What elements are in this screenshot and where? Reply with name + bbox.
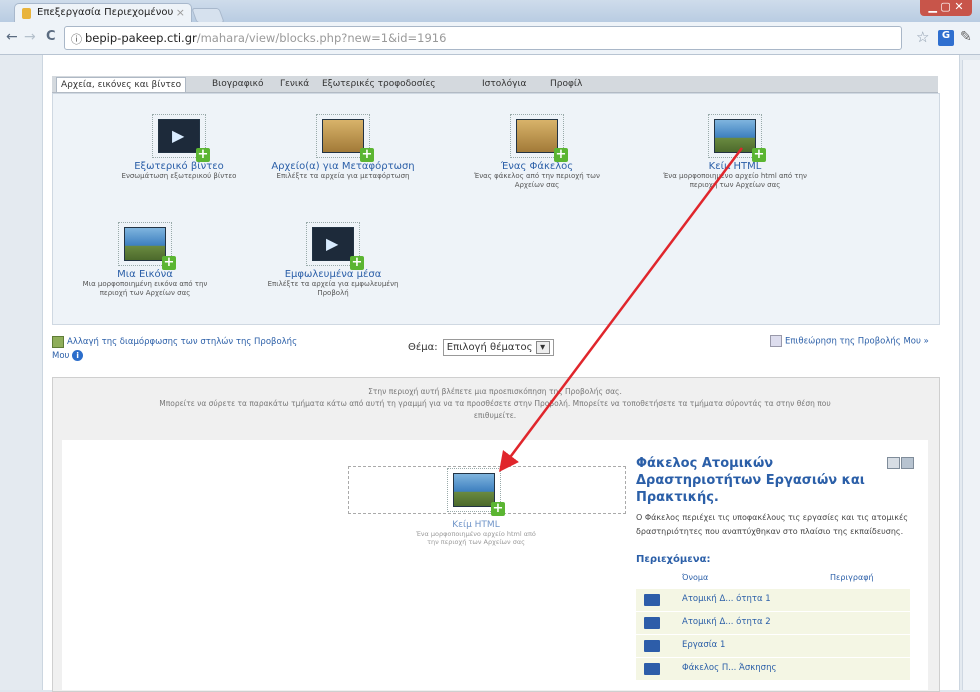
folder-icon [644, 663, 660, 675]
tab-files[interactable]: Αρχεία, εικόνες και βίντεο [56, 77, 187, 92]
preview-notice: Στην περιοχή αυτή βλέπετε μια προεπισκόπ… [159, 387, 831, 420]
configure-icon[interactable] [901, 457, 914, 469]
delete-icon[interactable] [887, 457, 900, 469]
column-description-header: Περιγραφή [830, 573, 874, 582]
folder-block-panel: Φάκελος Ατομικών Δραστηριοτήτων Εργασιών… [636, 455, 916, 690]
extension-icon[interactable]: G [938, 30, 954, 46]
add-plus-icon: + [554, 147, 568, 162]
address-bar[interactable]: ⓘ bepip-pakeep.cti.gr/mahara/view/blocks… [64, 26, 902, 50]
table-row[interactable]: Εργασία 1 [636, 635, 910, 657]
block-embedded-media[interactable]: + Εμφωλευμένα μέσα Επιλέξτε τα αρχεία γι… [253, 222, 413, 298]
wrench-icon[interactable]: ✎ [960, 29, 972, 45]
folder-block-title: Φάκελος Ατομικών Δραστηριοτήτων Εργασιών… [636, 456, 865, 505]
add-plus-icon: + [162, 255, 176, 270]
back-icon[interactable]: ← [6, 29, 18, 45]
dropdown-arrow-icon: ▾ [535, 341, 550, 354]
theme-select[interactable]: Επιλογή θέματος ▾ [442, 339, 554, 356]
video-icon: + [306, 222, 364, 270]
table-row[interactable]: Ατομική Δ... ότητα 1 [636, 589, 910, 611]
column-name-header: Όνομα [682, 573, 709, 582]
add-plus-icon: + [350, 255, 364, 270]
forward-icon[interactable]: → [24, 29, 36, 45]
info-icon[interactable]: i [72, 350, 84, 361]
folder-icon [644, 594, 660, 606]
dragged-block-caption: Κείμ HTML Ένα μορφοποιημένο αρχείο html … [416, 520, 536, 546]
add-plus-icon: + [196, 147, 210, 162]
right-sidebar [962, 60, 980, 690]
tab-resume[interactable]: Βιογραφικό [208, 77, 268, 91]
tab-profile[interactable]: Προφίλ [546, 77, 586, 91]
theme-label: Θέμα: [408, 342, 438, 353]
layout-icon [52, 335, 64, 348]
folder-icon [644, 617, 660, 629]
dragged-html-block[interactable]: + [445, 468, 505, 516]
add-plus-icon: + [491, 501, 505, 516]
tab-general[interactable]: Γενικά [276, 77, 313, 91]
browser-tab[interactable]: Επεξεργασία Περιεχομένου × [14, 3, 192, 23]
add-plus-icon: + [360, 147, 374, 162]
browser-toolbar: ← → C ⓘ bepip-pakeep.cti.gr/mahara/view/… [0, 22, 980, 55]
preview-link[interactable]: Επιθεώρηση της Προβολής Μου » [770, 335, 929, 347]
video-icon: + [152, 114, 210, 162]
tab-blogs[interactable]: Ιστολόγια [478, 77, 530, 91]
add-plus-icon: + [752, 147, 766, 162]
window-controls[interactable]: ▁ ▢ ✕ [920, 0, 972, 16]
photo-icon: + [708, 114, 766, 162]
table-row[interactable]: Ατομική Δ... ότητα 2 [636, 612, 910, 634]
bookmark-star-icon[interactable]: ☆ [916, 28, 929, 46]
reload-icon[interactable]: C [46, 29, 56, 44]
layout-controls-bar: Αλλαγή της διαμόρφωσης των στηλών της Πρ… [52, 333, 938, 369]
tab-title: Επεξεργασία Περιεχομένου [37, 7, 174, 18]
folder-contents-table: Ατομική Δ... ότητα 1 Ατομική Δ... ότητα … [636, 589, 910, 681]
blocks-panel: + Εξωτερικό βίντεο Ενσωμάτωση εξωτερικού… [52, 93, 940, 325]
preview-icon [770, 335, 782, 347]
tab-close-icon[interactable]: × [176, 6, 185, 19]
folder-icon [644, 640, 660, 652]
block-image[interactable]: + Μια Εικόνα Μια μορφοποιημένη εικόνα απ… [65, 222, 225, 298]
folder-icon: + [316, 114, 374, 162]
block-external-video[interactable]: + Εξωτερικό βίντεο Ενσωμάτωση εξωτερικού… [99, 114, 259, 181]
block-html[interactable]: + Κείμ HTML Ένα μορφοποιημένο αρχείο htm… [655, 114, 815, 190]
new-tab-button[interactable] [191, 8, 225, 23]
page-favicon-icon [22, 8, 31, 19]
change-columns-link[interactable]: Αλλαγή της διαμόρφωσης των στηλών της Πρ… [52, 335, 342, 363]
table-row[interactable]: Φάκελος Π... Άσκησης [636, 658, 910, 680]
theme-control: Θέμα: Επιλογή θέματος ▾ [408, 339, 554, 356]
tab-external-feeds[interactable]: Εξωτερικές τροφοδοσίες [318, 77, 440, 91]
category-tabs: Αρχεία, εικόνες και βίντεο Βιογραφικό Γε… [52, 76, 938, 93]
address-url: bepip-pakeep.cti.gr/mahara/view/blocks.p… [85, 31, 447, 45]
folder-block-description: Ο Φάκελος περιέχει τις υποφακέλους τις ε… [636, 513, 908, 536]
folder-icon: + [510, 114, 568, 162]
block-folder[interactable]: + Ένας Φάκελος Ένας φάκελος από την περι… [457, 114, 617, 190]
photo-icon: + [447, 468, 505, 516]
contents-label: Περιεχόμενα: [636, 554, 711, 565]
page-info-icon[interactable]: ⓘ [71, 31, 82, 47]
block-files-upload[interactable]: + Αρχείο(α) για Μεταφόρτωση Επιλέξτε τα … [263, 114, 423, 181]
photo-icon: + [118, 222, 176, 270]
